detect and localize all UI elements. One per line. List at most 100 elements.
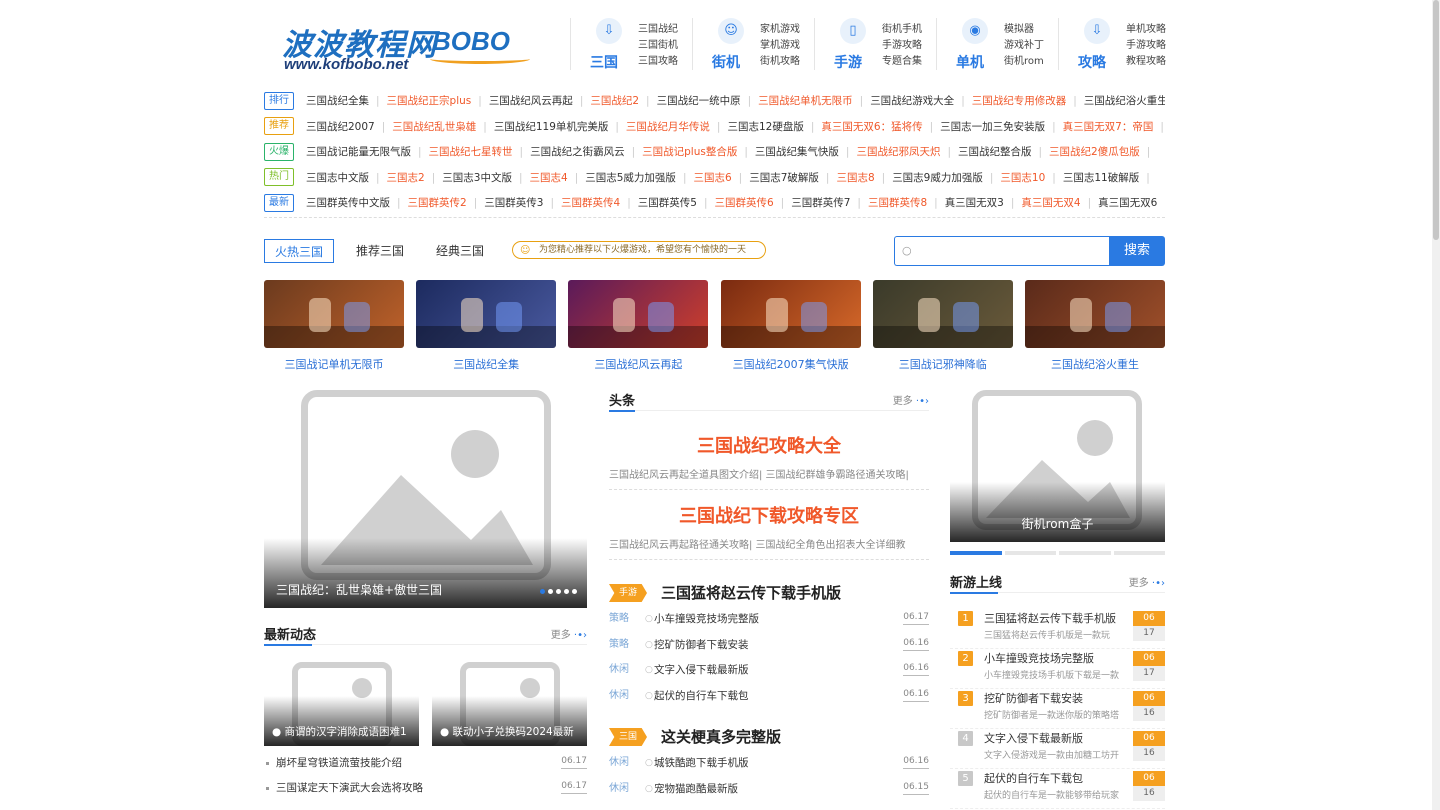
tag-link[interactable]: 三国战纪119单机完美版 — [494, 119, 626, 134]
tab-recommend[interactable]: 推荐三国 — [348, 239, 412, 263]
search-input[interactable] — [894, 236, 1110, 266]
newgame-title[interactable]: 小车撞毁竞技场完整版 — [984, 650, 1094, 666]
tag-link[interactable]: 三国战记能量无限气版 — [306, 144, 429, 159]
tag-link[interactable]: 三国群英传7 — [791, 195, 868, 210]
list-item[interactable]: 崩坏星穹铁道流萤技能介绍 06.17 — [264, 754, 587, 779]
game-card[interactable]: 三国战记单机无限币 — [264, 280, 404, 372]
tag-link[interactable]: 真三国无双4 — [1021, 195, 1098, 210]
tag-link[interactable]: 三国战纪邪凤天炽 — [856, 144, 958, 159]
tag-link[interactable]: 三国战纪2 — [590, 93, 656, 108]
nav-sub-link[interactable]: 教程攻略 — [1126, 54, 1166, 70]
tag-link[interactable]: 三国战纪之街霸风云 — [530, 144, 642, 159]
tag-link[interactable]: 三国战纪乱世枭雄 — [392, 119, 494, 134]
article-row[interactable]: 休闲 ○ 起伏的自行车下载包 06.16 — [609, 687, 929, 713]
newgame-title[interactable]: 挖矿防御者下载安装 — [984, 690, 1083, 706]
tag-link[interactable]: 三国群英传6 — [714, 195, 791, 210]
tag-link[interactable]: 真三国无双3 — [945, 195, 1022, 210]
newgame-item[interactable]: 4 文字入侵下载最新版 文字入侵游戏是一款由加糖工坊开 06 16 — [950, 729, 1165, 769]
tag-link[interactable]: 三国志9威力加强版 — [892, 170, 1000, 185]
tag-link[interactable]: 三国战纪整合版 — [958, 144, 1049, 159]
tag-link[interactable]: 三国群英传中文版 — [306, 195, 408, 210]
tag-link[interactable]: 三国战纪全集 — [306, 93, 387, 108]
tag-link[interactable]: 三国战纪七星转世 — [429, 144, 531, 159]
nav-sub-link[interactable]: 单机攻略 — [1126, 22, 1166, 38]
tag-link[interactable]: 真三国无双6 — [1098, 195, 1165, 210]
nav-sub-link[interactable]: 街机手机 — [882, 22, 922, 38]
nav-main-link[interactable]: 单机 — [956, 52, 984, 72]
nav-main-link[interactable]: 攻略 — [1078, 52, 1106, 72]
article-row[interactable]: 休闲 ○ 城铁酷跑下载手机版 06.16 — [609, 754, 929, 780]
search-button[interactable]: 搜索 — [1109, 236, 1165, 266]
newgames-more-link[interactable]: 更多 ·•› — [1129, 574, 1165, 589]
newgame-title[interactable]: 文字入侵下载最新版 — [984, 730, 1083, 746]
headline-2[interactable]: 三国战纪下载攻略专区 — [609, 502, 929, 528]
list-item[interactable]: 三国谋定天下演武大会选将攻略 06.17 — [264, 779, 587, 804]
news-thumb[interactable]: ● 商谓的汉字消除成语困难1 — [264, 662, 419, 746]
nav-sub-link[interactable]: 三国街机 — [638, 38, 678, 54]
right-slider[interactable]: 街机rom盒子 — [950, 382, 1165, 542]
game-card[interactable]: 三国战记邪神降临 — [872, 280, 1013, 372]
article-title[interactable]: 城铁酷跑下载手机版 — [654, 754, 749, 772]
nav-sub-link[interactable]: 三国攻略 — [638, 54, 678, 70]
tag-link[interactable]: 三国志12硬盘版 — [727, 119, 821, 134]
tag-link[interactable]: 三国群英传5 — [638, 195, 715, 210]
nav-main-link[interactable]: 三国 — [590, 52, 618, 72]
main-slider[interactable]: 三国战纪：乱世枭雄+傲世三国 — [264, 382, 587, 608]
nav-sub-link[interactable]: 模拟器 — [1004, 22, 1044, 38]
tag-link[interactable]: 三国战纪正宗plus — [387, 93, 489, 108]
tag-link[interactable]: 三国战记plus整合版 — [642, 144, 755, 159]
tab-hot[interactable]: 火热三国 — [264, 239, 334, 263]
headline-1[interactable]: 三国战纪攻略大全 — [609, 432, 929, 458]
tag-link[interactable]: 三国志5威力加强版 — [585, 170, 693, 185]
tag-link[interactable]: 三国战纪月华传说 — [626, 119, 728, 134]
tag-link[interactable]: 三国战纪2007 — [306, 119, 392, 134]
nav-sub-link[interactable]: 家机游戏 — [760, 22, 800, 38]
tag-link[interactable]: 三国战纪专用修改器 — [972, 93, 1084, 108]
article-row[interactable]: 休闲 ○ 宠物猫跑酷最新版 06.15 — [609, 780, 929, 806]
tag-link[interactable]: 三国战纪浴火重生 — [1084, 93, 1165, 108]
game-card[interactable]: 三国战纪浴火重生 — [1025, 280, 1165, 372]
tag-link[interactable]: 三国战纪游戏大全 — [870, 93, 972, 108]
tag-link[interactable]: 三国志一加三免安装版 — [940, 119, 1063, 134]
nav-sub-link[interactable]: 专题合集 — [882, 54, 922, 70]
nav-sub-link[interactable]: 掌机游戏 — [760, 38, 800, 54]
category-title[interactable]: 这关梗真多完整版 — [661, 726, 781, 747]
news-thumb[interactable]: ● 联动小子兑换码2024最新 — [432, 662, 587, 746]
newgame-item[interactable]: 1 三国猛将赵云传下载手机版 三国猛将赵云传手机版是一款玩 06 17 — [950, 609, 1165, 649]
tag-link[interactable]: 三国战纪单机无限币 — [758, 93, 870, 108]
nav-sub-link[interactable]: 街机rom — [1004, 54, 1044, 70]
tag-link[interactable]: 真三国无双7：帝国 — [1063, 119, 1165, 134]
tag-link[interactable]: 三国战纪集气快版 — [755, 144, 857, 159]
tag-link[interactable]: 三国志2 — [387, 170, 443, 185]
newgame-title[interactable]: 三国猛将赵云传下载手机版 — [984, 610, 1116, 626]
right-slide-tabs[interactable] — [950, 551, 1165, 555]
tab-classic[interactable]: 经典三国 — [428, 239, 492, 263]
tag-link[interactable]: 三国志4 — [530, 170, 586, 185]
article-title[interactable]: 起伏的自行车下载包 — [654, 687, 749, 705]
tag-link[interactable]: 三国志8 — [836, 170, 892, 185]
site-logo[interactable]: 波波教程网 BOBO www.kofbobo.net — [282, 20, 530, 76]
nav-sub-link[interactable]: 街机攻略 — [760, 54, 800, 70]
nav-sub-link[interactable]: 手游攻略 — [1126, 38, 1166, 54]
nav-sub-link[interactable]: 三国战纪 — [638, 22, 678, 38]
tag-link[interactable]: 三国志3中文版 — [442, 170, 529, 185]
nav-main-link[interactable]: 街机 — [712, 52, 740, 72]
tag-link[interactable]: 三国群英传3 — [484, 195, 561, 210]
article-row[interactable]: 策略 ○ 小车撞毁竞技场完整版 06.17 — [609, 610, 929, 636]
tag-link[interactable]: 三国志中文版 — [306, 170, 387, 185]
game-card[interactable]: 三国战纪风云再起 — [568, 280, 709, 372]
article-row[interactable]: 休闲 ○ 文字入侵下载最新版 06.16 — [609, 661, 929, 687]
tag-link[interactable]: 三国志7破解版 — [749, 170, 836, 185]
tag-link[interactable]: 三国志11破解版 — [1063, 170, 1157, 185]
nav-sub-link[interactable]: 游戏补丁 — [1004, 38, 1044, 54]
tag-link[interactable]: 三国志6 — [693, 170, 749, 185]
article-title[interactable]: 小车撞毁竞技场完整版 — [654, 610, 759, 628]
category-title[interactable]: 三国猛将赵云传下载手机版 — [661, 582, 841, 603]
latest-more-link[interactable]: 更多 ·•› — [551, 626, 587, 641]
tag-link[interactable]: 三国战纪风云再起 — [489, 93, 591, 108]
headline-1-sub[interactable]: 三国战纪风云再起全道具图文介绍| 三国战纪群雄争霸路径通关攻略| — [609, 466, 929, 490]
headline-2-sub[interactable]: 三国战纪风云再起路径通关攻略| 三国战纪全角色出招表大全详细教 — [609, 536, 929, 560]
newgame-item[interactable]: 2 小车撞毁竞技场完整版 小车撞毁竞技场手机版下载是一款 06 17 — [950, 649, 1165, 689]
tag-link[interactable]: 三国战纪一统中原 — [657, 93, 759, 108]
article-title[interactable]: 挖矿防御者下载安装 — [654, 636, 749, 654]
